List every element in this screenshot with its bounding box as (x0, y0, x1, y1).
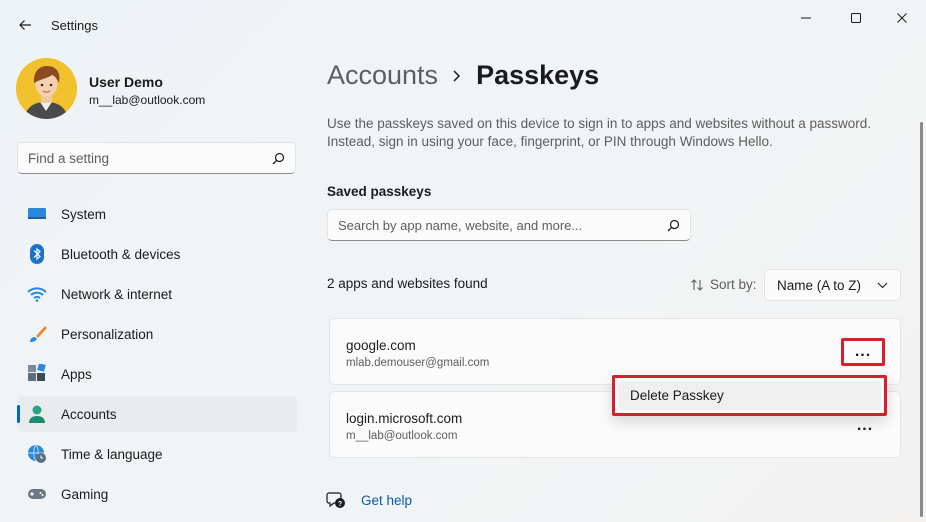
chevron-right-icon (452, 69, 462, 83)
avatar (16, 58, 77, 119)
passkey-user: mlab.demouser@gmail.com (346, 357, 490, 369)
maximize-button[interactable] (839, 6, 873, 30)
brush-icon (27, 324, 47, 344)
breadcrumb: Accounts Passkeys (327, 60, 599, 91)
search-icon (272, 152, 285, 164)
title-bar: Settings (0, 0, 926, 50)
breadcrumb-accounts[interactable]: Accounts (327, 60, 438, 91)
sort-icon (691, 278, 703, 291)
sort-label: Sort by: (690, 277, 757, 292)
sidebar-item-apps[interactable]: Apps (17, 356, 297, 392)
sidebar-item-network[interactable]: Network & internet (17, 276, 297, 312)
page-description: Use the passkeys saved on this device to… (327, 116, 872, 149)
sidebar-item-system[interactable]: System (17, 196, 297, 232)
passkey-context-menu: Delete Passkey (612, 375, 887, 416)
gamepad-icon (27, 484, 47, 504)
more-options-button[interactable]: ... (843, 412, 887, 440)
sidebar-item-label: Bluetooth & devices (61, 246, 181, 262)
sidebar-item-label: Gaming (61, 486, 109, 502)
chevron-down-icon (877, 282, 888, 288)
sidebar-item-label: Personalization (61, 326, 154, 342)
sort-label-text: Sort by: (710, 277, 757, 292)
minimize-button[interactable] (789, 6, 823, 30)
passkey-search-input[interactable] (338, 217, 667, 233)
sidebar-item-accounts[interactable]: Accounts (17, 396, 297, 432)
passkey-site: login.microsoft.com (346, 411, 463, 426)
sidebar-item-label: Apps (61, 366, 92, 382)
find-setting-input[interactable] (28, 150, 272, 166)
monitor-icon (27, 204, 47, 224)
scrollbar[interactable] (920, 122, 923, 517)
passkey-search[interactable] (327, 209, 691, 241)
get-help-label: Get help (361, 492, 413, 508)
sidebar-item-time-language[interactable]: Time & language (17, 436, 297, 472)
page-title: Passkeys (476, 60, 600, 90)
help-icon: ? (326, 492, 345, 508)
sidebar-item-bluetooth[interactable]: Bluetooth & devices (17, 236, 297, 272)
sidebar-item-label: Time & language (61, 446, 163, 462)
maximize-icon (851, 13, 861, 23)
sort-dropdown[interactable]: Name (A to Z) (764, 269, 901, 301)
sidebar-item-label: System (61, 206, 107, 222)
search-icon (667, 219, 680, 231)
back-button[interactable] (12, 12, 38, 38)
bluetooth-icon (27, 244, 47, 264)
sidebar-item-label: Accounts (61, 406, 117, 422)
user-profile[interactable]: User Demo m__lab@outlook.com (16, 58, 306, 120)
close-icon (897, 13, 907, 23)
passkey-site: google.com (346, 338, 416, 353)
user-email: m__lab@outlook.com (89, 93, 206, 107)
apps-icon (27, 364, 47, 384)
find-setting-search[interactable] (17, 142, 296, 174)
close-button[interactable] (885, 6, 919, 30)
settings-window: Settings User Demo m__lab@outlook.com Fi… (0, 0, 926, 522)
arrow-left-icon (19, 20, 31, 30)
app-title: Settings (51, 18, 98, 33)
sidebar-item-label: Network & internet (61, 286, 173, 302)
results-count: 2 apps and websites found (327, 276, 488, 291)
minimize-icon (801, 17, 811, 19)
svg-text:?: ? (338, 501, 342, 508)
delete-passkey-menu-item[interactable]: Delete Passkey (618, 381, 881, 410)
sidebar-nav: System Bluetooth & devices Network & int… (17, 196, 297, 516)
saved-passkeys-heading: Saved passkeys (327, 184, 432, 199)
sidebar-item-gaming[interactable]: Gaming (17, 476, 297, 512)
wifi-icon (27, 284, 47, 304)
more-options-button[interactable]: ... (841, 338, 885, 366)
get-help-link[interactable]: ? Get help (326, 491, 412, 509)
user-name: User Demo (89, 74, 163, 90)
sidebar-item-personalization[interactable]: Personalization (17, 316, 297, 352)
passkey-user: m__lab@outlook.com (346, 430, 458, 442)
sort-value: Name (A to Z) (777, 277, 862, 293)
person-icon (27, 404, 47, 424)
globe-clock-icon (27, 444, 47, 464)
